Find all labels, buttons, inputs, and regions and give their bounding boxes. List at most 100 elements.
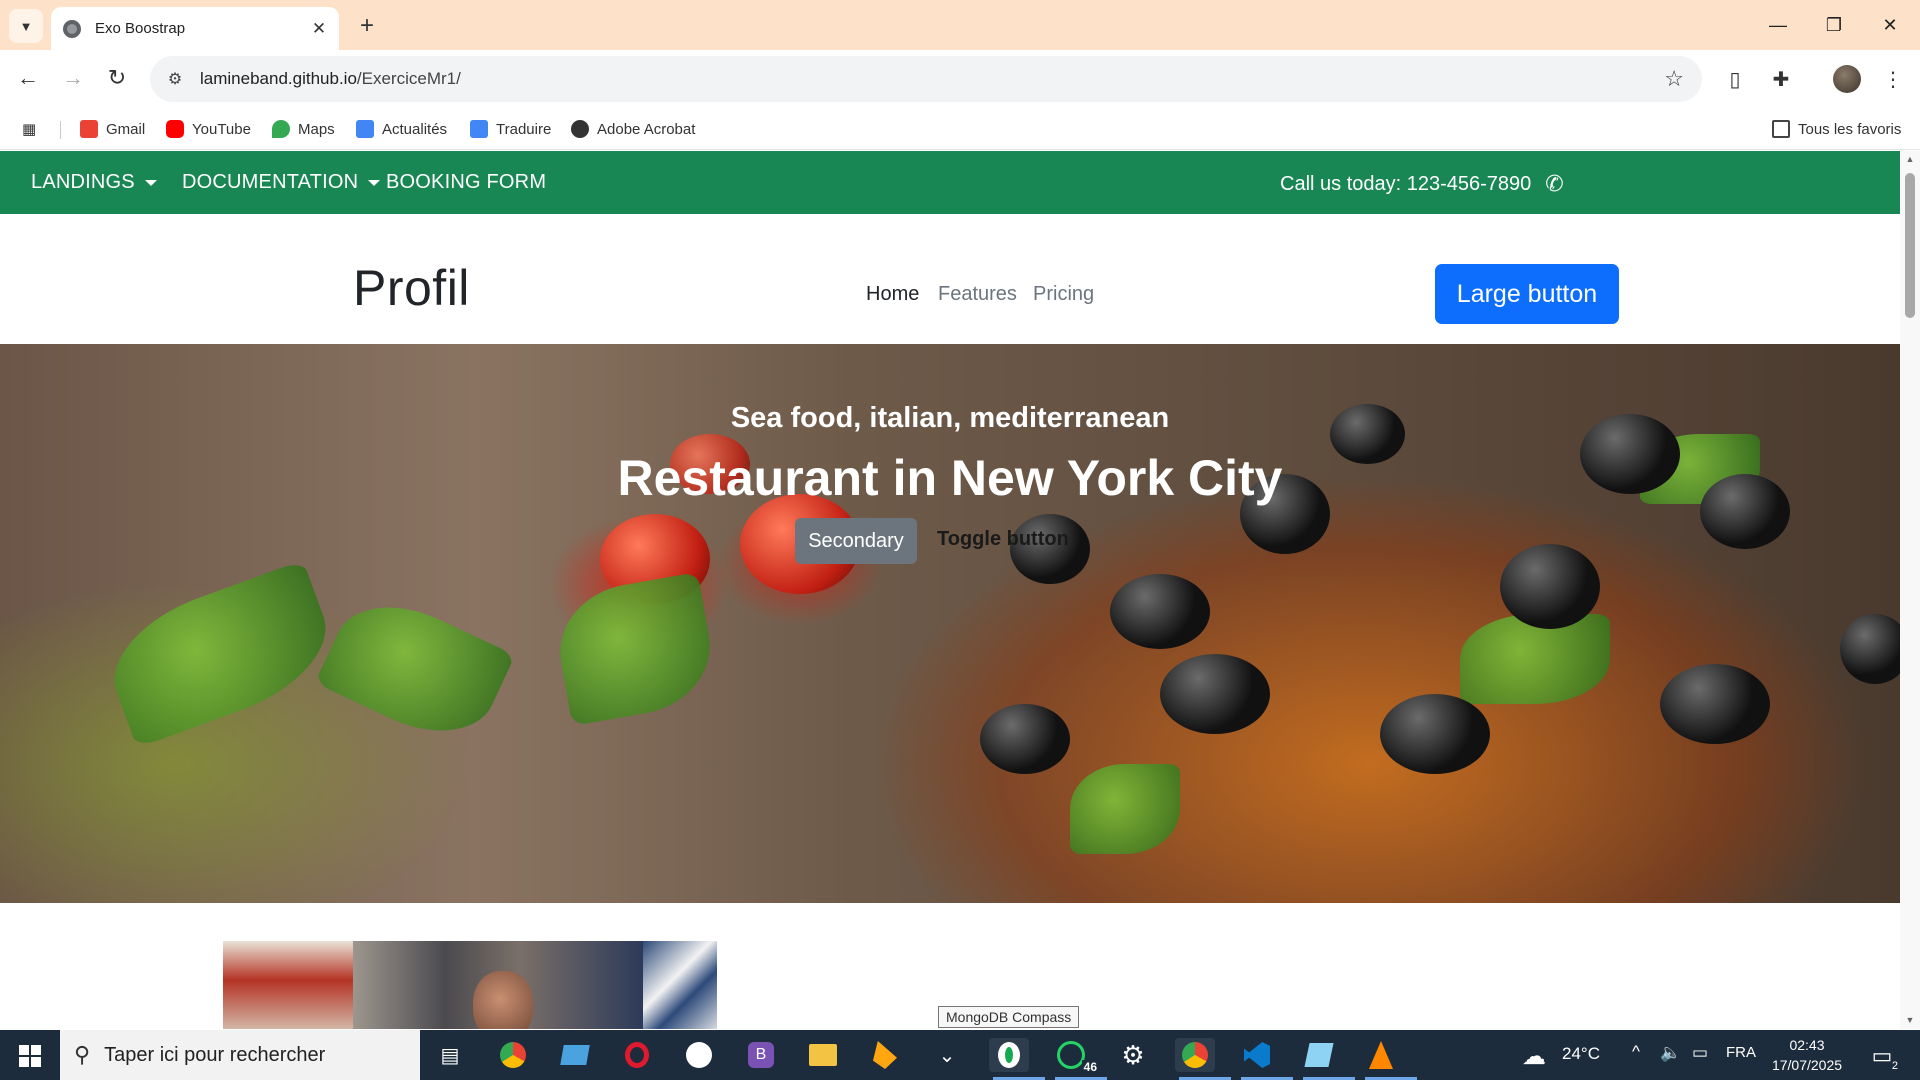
scrollbar-thumb[interactable] — [1905, 173, 1915, 318]
chrome-active-icon[interactable] — [1175, 1038, 1231, 1080]
gmail-icon — [80, 120, 98, 138]
hero-title: Restaurant in New York City — [617, 450, 1283, 506]
apps-grid-icon[interactable]: ▦ — [22, 118, 36, 140]
battery-icon[interactable]: ▭ — [1692, 1043, 1708, 1063]
nav-home[interactable]: Home — [866, 283, 919, 306]
brand-title[interactable]: Profil — [353, 259, 470, 317]
nav-landings-dropdown[interactable]: LANDINGS — [31, 171, 157, 194]
windows-logo-icon — [19, 1045, 41, 1067]
all-bookmarks[interactable]: Tous les favoris — [1772, 118, 1901, 140]
new-tab-button[interactable]: + — [351, 10, 383, 42]
caret-down-icon — [368, 179, 381, 186]
bookmark-actualites[interactable]: Actualités — [356, 118, 447, 140]
minimize-button[interactable]: — — [1750, 0, 1806, 50]
date: 17/07/2025 — [1771, 1057, 1843, 1073]
bookmark-maps[interactable]: Maps — [272, 118, 335, 140]
back-button[interactable]: ← — [10, 60, 46, 96]
nav-documentation-dropdown[interactable]: DOCUMENTATION — [182, 171, 381, 194]
taskbar-search[interactable]: ⚲ Taper ici pour rechercher — [60, 1030, 420, 1080]
app-book-icon[interactable] — [1299, 1038, 1355, 1080]
close-tab-icon[interactable]: ✕ — [305, 15, 333, 43]
bookmark-star-icon[interactable]: ☆ — [1664, 66, 1684, 92]
bookmark-traduire[interactable]: Traduire — [470, 118, 551, 140]
notification-count: 2 — [1891, 1060, 1898, 1072]
scroll-down-arrow-icon[interactable]: ▼ — [1904, 1015, 1916, 1025]
profile-photo — [223, 941, 717, 1029]
reload-button[interactable]: ↻ — [99, 60, 135, 96]
weather-cloud-icon[interactable]: ☁ — [1522, 1042, 1546, 1071]
whatsapp-badge: 46 — [1081, 1060, 1099, 1074]
large-button[interactable]: Large button — [1435, 264, 1619, 324]
phone-icon: ✆ — [1545, 171, 1564, 196]
clock[interactable]: 02:43 17/07/2025 — [1762, 1035, 1852, 1075]
caret-down-icon — [144, 179, 157, 186]
nav-booking-form[interactable]: BOOKING FORM — [386, 171, 546, 194]
address-bar[interactable]: ⚙ lamineband.github.io/ExerciceMr1/ ☆ — [150, 56, 1702, 102]
chrome-icon[interactable] — [493, 1038, 533, 1072]
app-window-icon[interactable] — [555, 1038, 595, 1072]
chevron-up-icon[interactable]: ^ — [1632, 1042, 1640, 1062]
hero-subtitle: Sea food, italian, mediterranean — [730, 402, 1170, 434]
bookmarks-bar: ▦ Gmail YouTube Maps Actualités Traduire… — [0, 108, 1920, 150]
browser-toolbar: ← → ↻ ⚙ lamineband.github.io/ExerciceMr1… — [0, 50, 1920, 108]
reading-list-icon[interactable]: ▯ — [1718, 62, 1752, 96]
profile-avatar[interactable] — [1830, 62, 1864, 96]
app-icon[interactable]: ⌄ — [927, 1038, 967, 1072]
secondary-button[interactable]: Secondary — [795, 518, 917, 564]
scroll-up-arrow-icon[interactable]: ▲ — [1904, 154, 1916, 164]
tab-search-button[interactable]: ▼ — [9, 9, 43, 43]
firebase-icon[interactable] — [865, 1038, 905, 1072]
site-header: Profil Home Features Pricing Large butto… — [0, 214, 1900, 344]
globe-icon — [571, 120, 589, 138]
task-view-icon[interactable]: ▤ — [430, 1038, 470, 1072]
language-indicator[interactable]: FRA — [1726, 1044, 1756, 1061]
notifications-icon[interactable]: ▭ 2 — [1866, 1040, 1898, 1072]
menu-kebab-icon[interactable]: ⋮ — [1876, 62, 1910, 96]
whatsapp-icon[interactable]: 46 — [1051, 1038, 1107, 1080]
settings-gear-icon[interactable]: ⚙ — [1113, 1038, 1153, 1072]
news-icon — [356, 120, 374, 138]
chevron-down-icon: ▼ — [19, 18, 33, 34]
extensions-icon[interactable]: ✚ — [1764, 62, 1798, 96]
url-text: lamineband.github.io/ExerciceMr1/ — [200, 69, 461, 88]
page-viewport: LANDINGS DOCUMENTATION BOOKING FORM Call… — [0, 151, 1900, 1029]
avatar — [1833, 65, 1861, 93]
top-green-navbar: LANDINGS DOCUMENTATION BOOKING FORM Call… — [0, 151, 1900, 214]
volume-icon[interactable]: 🔈 — [1660, 1043, 1681, 1063]
mongodb-compass-icon[interactable] — [989, 1038, 1045, 1080]
globe-icon — [63, 19, 81, 38]
browser-tab-bar: ▼ Exo Boostrap ✕ + — ❐ ✕ — [0, 0, 1920, 50]
opera-icon[interactable] — [617, 1038, 657, 1072]
nav-pricing[interactable]: Pricing — [1033, 283, 1094, 306]
taskbar-tooltip: MongoDB Compass — [938, 1006, 1080, 1028]
restore-button[interactable]: ❐ — [1806, 0, 1862, 50]
folder-icon — [1772, 120, 1790, 138]
github-icon[interactable] — [679, 1038, 719, 1072]
bookmark-youtube[interactable]: YouTube — [166, 118, 251, 140]
maps-pin-icon — [272, 120, 290, 138]
file-explorer-icon[interactable] — [803, 1038, 843, 1072]
weather-temp[interactable]: 24°C — [1562, 1044, 1600, 1064]
call-us-text: Call us today: 123-456-7890 ✆ — [1280, 171, 1564, 196]
bookmark-adobe-acrobat[interactable]: Adobe Acrobat — [571, 118, 695, 140]
bootstrap-icon[interactable]: B — [741, 1038, 781, 1072]
forward-button[interactable]: → — [55, 60, 91, 96]
windows-taskbar: ⚲ Taper ici pour rechercher ▤ B ⌄ 46 ⚙ ☁… — [0, 1030, 1920, 1080]
screen: ▼ Exo Boostrap ✕ + — ❐ ✕ ← → ↻ ⚙ lamineb… — [0, 0, 1920, 1080]
divider — [60, 121, 61, 139]
hero-banner: Sea food, italian, mediterranean Restaur… — [0, 344, 1900, 903]
close-window-button[interactable]: ✕ — [1862, 0, 1918, 50]
bookmark-gmail[interactable]: Gmail — [80, 118, 145, 140]
nav-features[interactable]: Features — [938, 283, 1017, 306]
tab-title: Exo Boostrap — [95, 20, 186, 37]
vscode-icon[interactable] — [1237, 1038, 1293, 1080]
search-icon: ⚲ — [74, 1042, 91, 1067]
vlc-icon[interactable] — [1361, 1038, 1417, 1080]
toggle-button[interactable]: Toggle button — [937, 528, 1069, 551]
start-button[interactable] — [10, 1042, 50, 1070]
site-info-icon[interactable]: ⚙ — [162, 66, 188, 92]
browser-tab[interactable]: Exo Boostrap ✕ — [51, 7, 339, 50]
youtube-icon — [166, 120, 184, 138]
search-placeholder: Taper ici pour rechercher — [104, 1043, 326, 1066]
page-scrollbar[interactable]: ▲ ▼ — [1900, 151, 1920, 1029]
